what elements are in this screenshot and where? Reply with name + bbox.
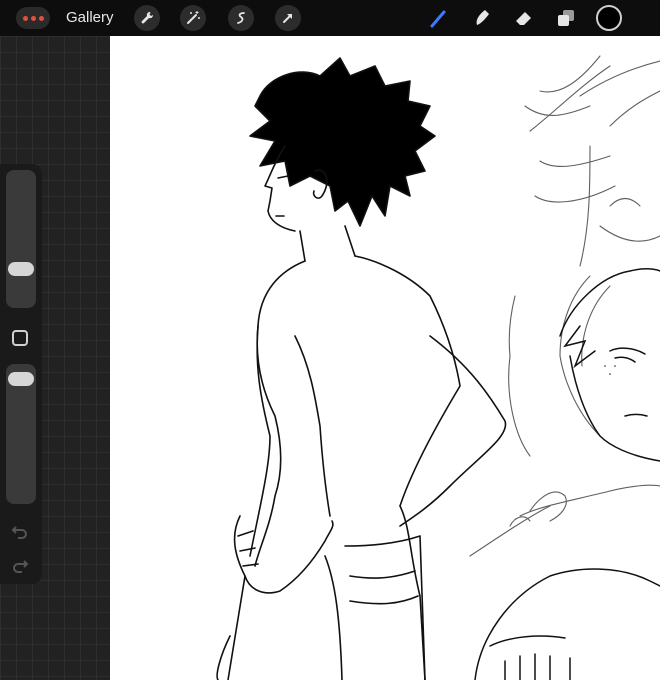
smudge-icon[interactable] (469, 5, 495, 31)
undo-icon[interactable] (10, 522, 30, 542)
opacity-slider[interactable] (6, 364, 36, 504)
modify-button[interactable] (12, 330, 28, 346)
transform-arrow-icon[interactable] (275, 5, 301, 31)
top-toolbar: Gallery (0, 0, 660, 36)
sidebar-panel (0, 164, 42, 584)
opacity-thumb[interactable] (8, 372, 34, 387)
brush-icon[interactable] (426, 5, 452, 31)
brush-size-thumb[interactable] (8, 262, 34, 276)
magic-wand-icon[interactable] (180, 5, 206, 31)
layers-icon[interactable] (553, 5, 579, 31)
selection-icon[interactable] (228, 5, 254, 31)
color-picker-swatch[interactable] (596, 5, 622, 31)
sketch-artwork (216, 55, 660, 680)
gallery-button[interactable]: Gallery (66, 9, 114, 26)
redo-icon[interactable] (10, 556, 30, 576)
drawing-canvas[interactable] (110, 36, 660, 680)
more-options-icon[interactable] (16, 7, 50, 29)
brush-size-slider[interactable] (6, 170, 36, 308)
wrench-icon[interactable] (134, 5, 160, 31)
eraser-icon[interactable] (511, 5, 537, 31)
